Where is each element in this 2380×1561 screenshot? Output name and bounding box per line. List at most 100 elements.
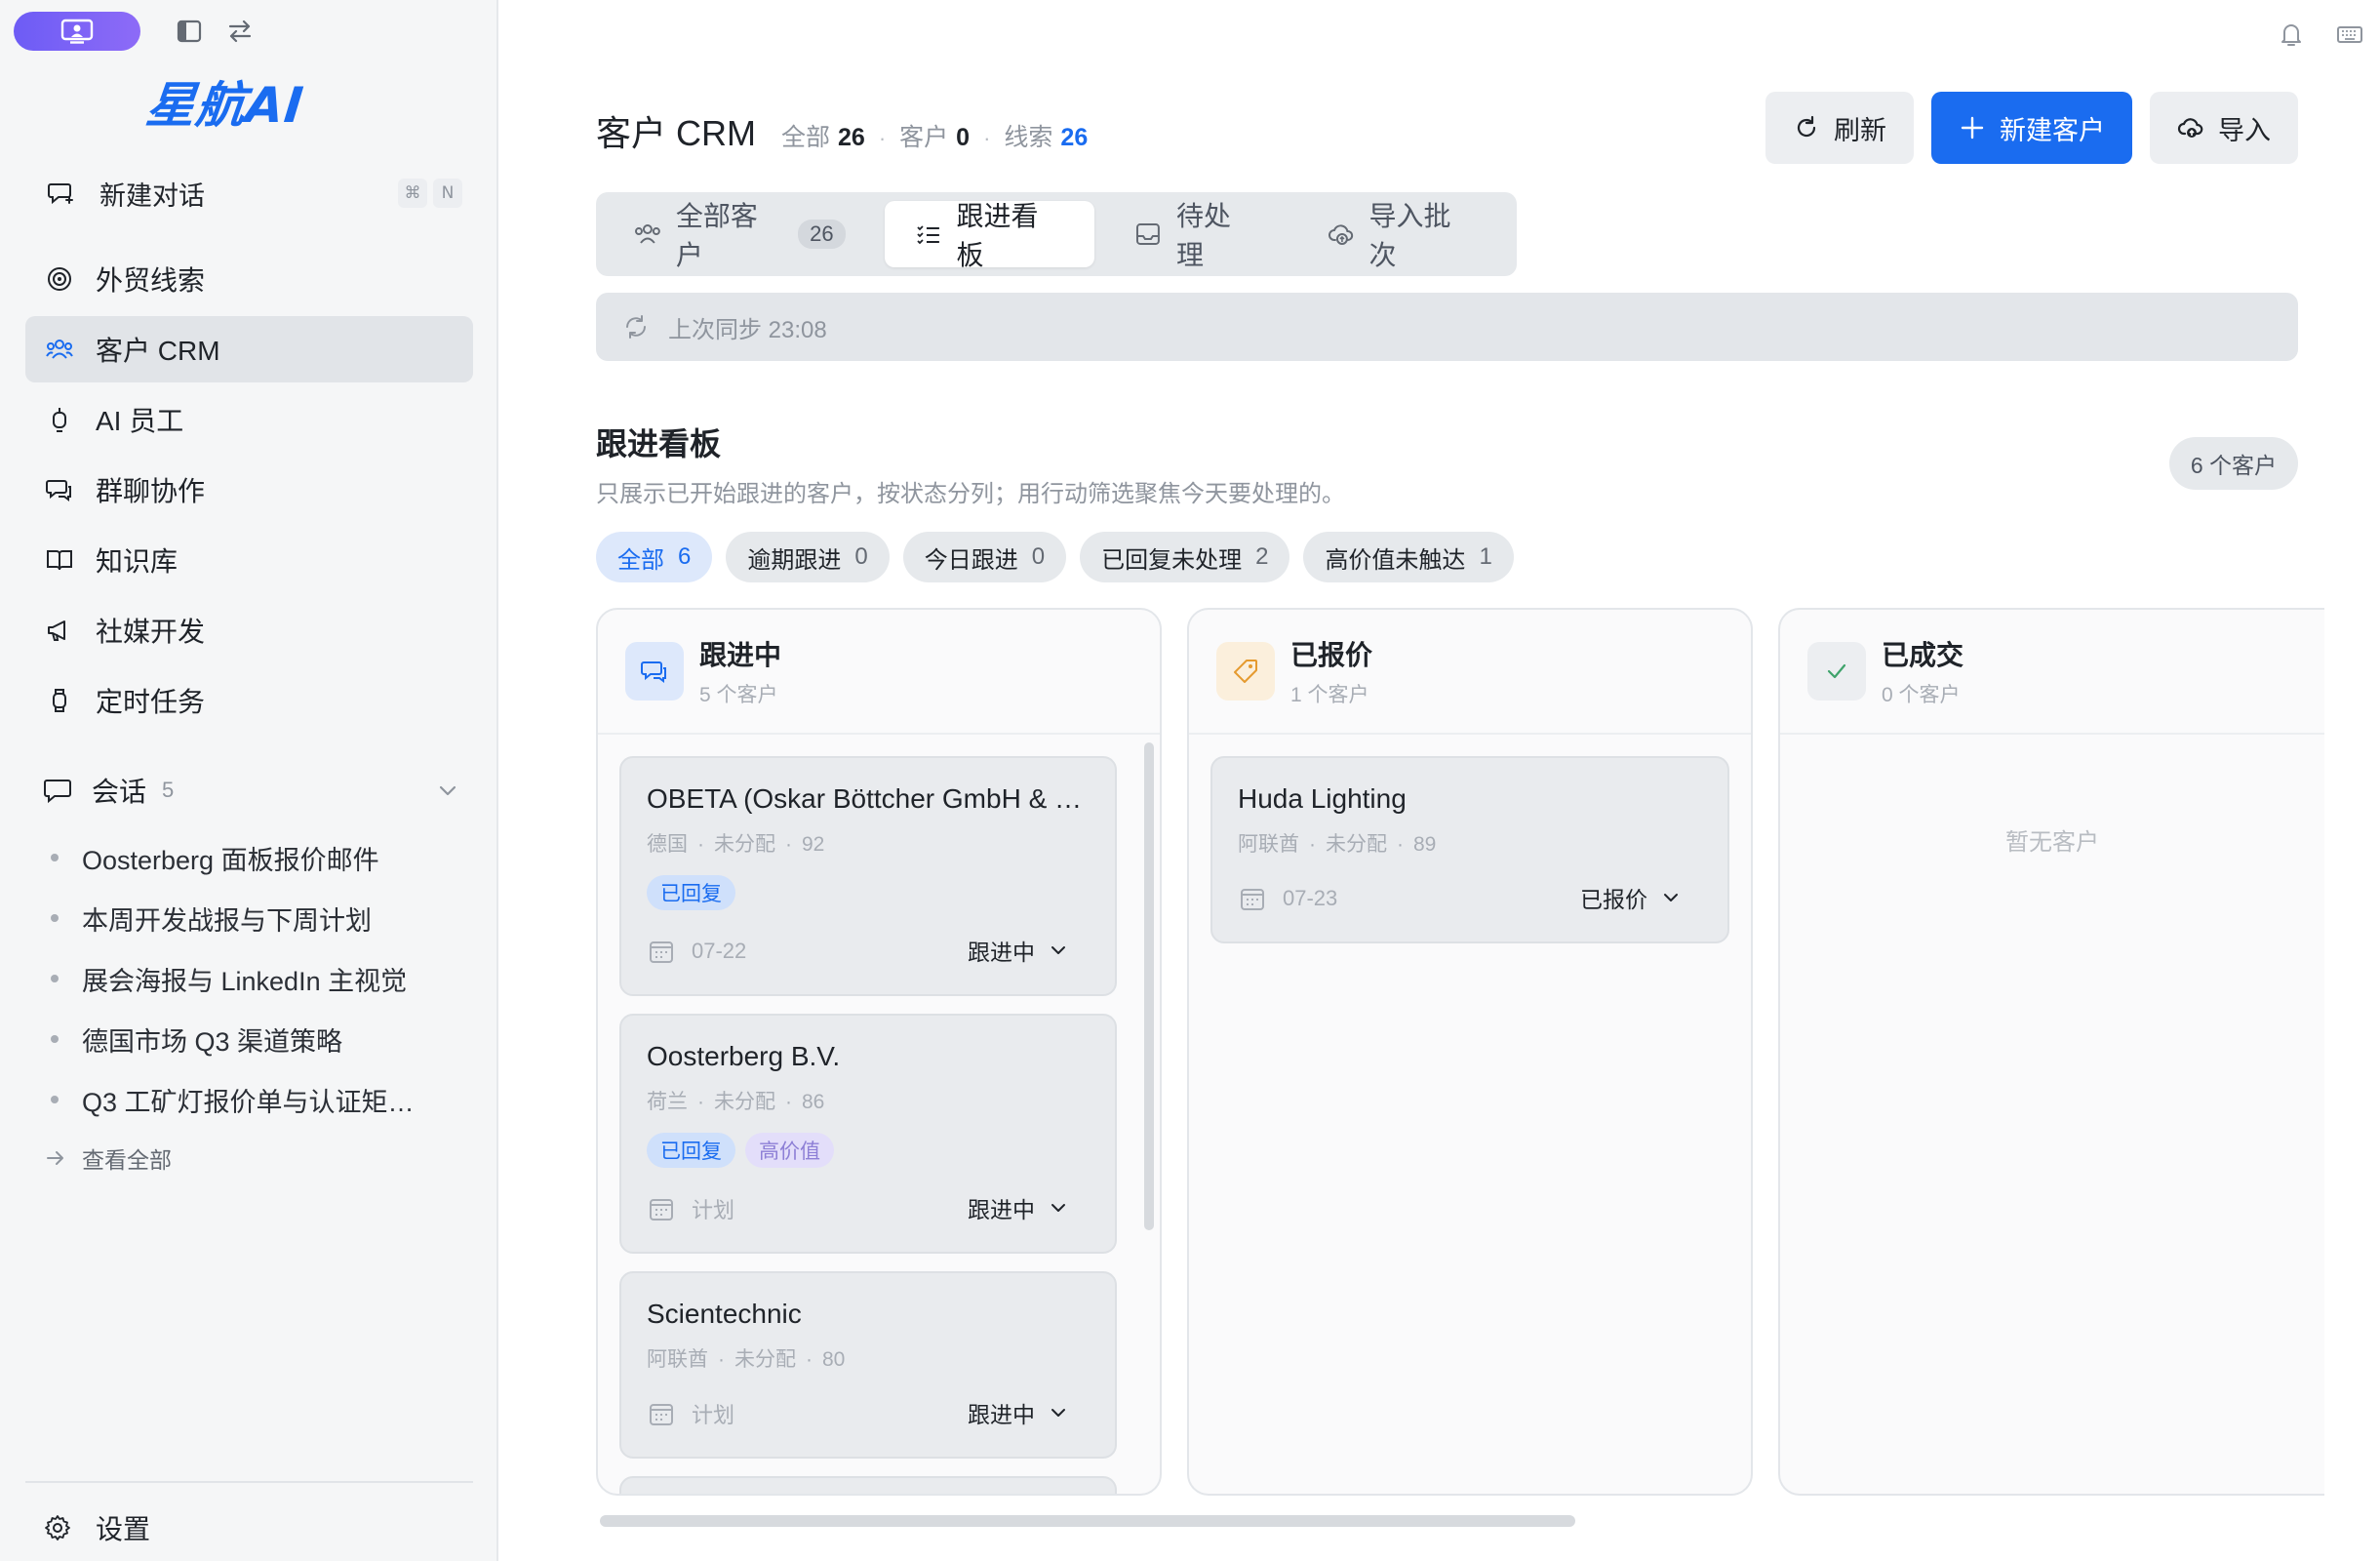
n-key: N [433,179,462,208]
column-count: 1 个客户 [1290,684,1369,706]
customer-card[interactable]: Scientechnic 阿联酋 · 未分配 · 80 计划 跟进中 [619,1271,1117,1459]
sidebar-item-scheduled[interactable]: 定时任务 [25,667,473,734]
stat-all: 全部 26 [781,118,865,153]
bullet-dot [51,1035,59,1043]
tab-pending[interactable]: 待处理 [1104,201,1288,270]
keyboard-button[interactable] [2333,18,2366,51]
gear-icon [45,1515,70,1541]
customer-card[interactable]: Huda Lighting 阿联酋 · 未分配 · 89 07-23 已报价 [1210,756,1729,943]
customer-card[interactable]: OBETA (Oskar Böttcher GmbH & C… 德国 · 未分配 · 9… [619,756,1117,996]
refresh-button[interactable]: 刷新 [1765,92,1914,164]
status-dropdown[interactable]: 跟进中 [968,1191,1070,1224]
customer-owner: 未分配 [714,1091,775,1113]
sidebar-item-leads[interactable]: 外贸线索 [25,246,473,312]
sidebar-item-social[interactable]: 社媒开发 [25,597,473,663]
new-customer-label: 新建客户 [2000,115,2105,145]
status-dropdown[interactable]: 跟进中 [968,934,1070,967]
tab-import-batches[interactable]: 导入批次 [1297,201,1507,270]
tab-count-badge: 26 [798,220,846,249]
next-followup-date: 07-22 [692,939,747,963]
calendar-icon [650,941,673,963]
status-label: 已报价 [1580,887,1647,912]
view-all-link[interactable]: 查看全部 [45,1130,474,1186]
sidebar-item-knowledge[interactable]: 知识库 [25,527,473,593]
tab-label: 跟进看板 [956,201,1039,270]
action-filters: 全部 6 逾期跟进 0 今日跟进 0 已回复未处理 2 高价值未触达 1 [596,532,1514,582]
filter-label: 今日跟进 [924,546,1018,574]
sync-status-bar: 上次同步 23:08 [596,293,2298,361]
customer-meta: 德国 · 未分配 · 92 [647,828,1090,858]
new-chat-button[interactable]: 新建对话 ⌘ N [25,168,462,219]
conversation-item[interactable]: 本周开发战报与下周计划 [45,888,474,948]
customer-score: 89 [1413,833,1437,856]
import-button[interactable]: 导入 [2150,92,2298,164]
empty-state-text: 暂无客户 [2005,829,2099,856]
filter-today[interactable]: 今日跟进 0 [902,532,1067,582]
settings-button[interactable]: 设置 [25,1497,473,1559]
sidebar-item-ai-staff[interactable]: AI 员工 [25,386,473,453]
conversation-item[interactable]: Q3 工矿灯报价单与认证矩… [45,1069,474,1130]
switch-button[interactable] [220,12,259,51]
filter-overdue[interactable]: 逾期跟进 0 [726,532,890,582]
sidebar-toggle-button[interactable] [170,12,209,51]
column-scrollbar[interactable] [1144,742,1154,1230]
next-followup-date: 计划 [692,1403,735,1427]
customer-card[interactable]: Oosterberg B.V. 荷兰 · 未分配 · 86 已回复 高价值 计划 跟进中 [619,1014,1117,1254]
bullet-dot [51,1096,59,1103]
filter-all[interactable]: 全部 6 [596,532,713,582]
customer-name: Huda Lighting [1238,783,1407,814]
sidebar-item-crm[interactable]: 客户 CRM [25,316,473,382]
chevron-down-icon [1664,894,1678,901]
sidebar-item-group-chat[interactable]: 群聊协作 [25,457,473,523]
tab-follow-board[interactable]: 跟进看板 [884,201,1095,270]
meta-separator: · [785,833,792,856]
conversation-item[interactable]: Oosterberg 面板报价邮件 [45,827,474,888]
view-tabs: 全部客户 26 跟进看板 待处理 导入批次 [596,192,1517,276]
customer-country: 德国 [647,833,688,856]
conversations-section-toggle[interactable]: 会话 5 [25,757,473,823]
conversation-item[interactable]: 德国市场 Q3 渠道策略 [45,1009,474,1069]
column-title: 已成交 [1882,640,1964,670]
chevron-down-icon [1051,946,1065,954]
column-header: 已成交 0 个客户 [1780,610,2324,735]
page-title: 客户 CRM [596,113,756,153]
meta-separator: · [697,1091,704,1113]
status-dropdown[interactable]: 已报价 [1580,881,1683,914]
chevron-down-icon [439,785,456,796]
customer-card-partial[interactable] [619,1476,1117,1494]
conversations-count: 5 [162,778,175,802]
plus-icon [1961,116,1984,140]
stat-customers-value: 0 [956,124,971,151]
bullet-dot [51,854,59,861]
sidebar-item-label: 外贸线索 [96,265,206,296]
conversation-item[interactable]: 展会海报与 LinkedIn 主视觉 [45,948,474,1009]
view-all-label: 查看全部 [82,1147,172,1173]
customer-country: 阿联酋 [1238,833,1299,856]
sync-icon [626,315,646,339]
bullet-dot [51,914,59,922]
calendar-icon [1241,889,1264,910]
meta-separator: · [718,1348,725,1371]
customer-meta: 阿联酋 · 未分配 · 80 [647,1343,1090,1373]
app-window: 星航AI 新建对话 ⌘ N 外贸线索 客户 CRM AI 员工 群聊协作 知识库… [0,0,2380,1561]
status-dropdown[interactable]: 跟进中 [968,1396,1070,1429]
column-title: 跟进中 [699,640,782,670]
filter-count: 2 [1255,543,1269,570]
customer-meta: 荷兰 · 未分配 · 86 [647,1086,1090,1115]
megaphone-icon [43,614,76,647]
filter-label: 逾期跟进 [747,546,842,574]
stat-customers-label: 客户 [899,124,949,151]
refresh-label: 刷新 [1834,115,1886,145]
check-icon [1827,663,1846,679]
filter-replied-unhandled[interactable]: 已回复未处理 2 [1080,532,1290,582]
agent-toggle-button[interactable] [14,12,140,51]
tab-all-customers[interactable]: 全部客户 26 [604,201,875,270]
new-customer-button[interactable]: 新建客户 [1931,92,2132,164]
customer-country: 阿联酋 [647,1348,708,1371]
column-title: 已报价 [1290,640,1373,670]
conversation-title: 德国市场 Q3 渠道策略 [82,1026,343,1057]
filter-high-value[interactable]: 高价值未触达 1 [1303,532,1514,582]
settings-label: 设置 [96,1514,151,1544]
board-horizontal-scrollbar[interactable] [600,1515,1575,1527]
stat-all-label: 全部 [781,124,831,151]
